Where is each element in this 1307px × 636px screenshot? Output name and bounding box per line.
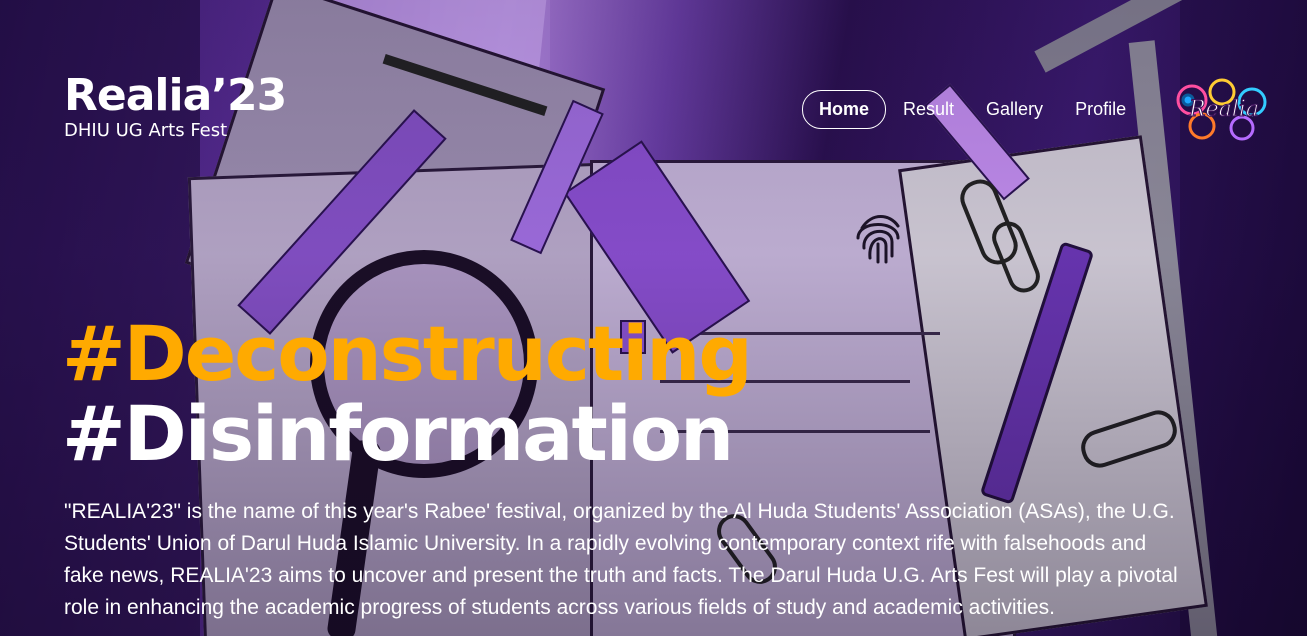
hero-description: "REALIA'23" is the name of this year's R… [64,500,1178,619]
site-brand[interactable]: Realia’23 DHIU UG Arts Fest [64,70,287,141]
nav-gallery[interactable]: Gallery [986,91,1043,128]
nav-profile[interactable]: Profile [1075,91,1126,128]
hero-headline: #Deconstructing #Disinformation [62,309,753,478]
festival-logo[interactable]: Realia [1172,72,1274,146]
headline-line-2: #Disinformation [62,389,734,478]
headline-line-1: #Deconstructing [62,309,753,398]
main-navigation: Home Result Gallery Profile [802,90,1158,129]
brand-title: Realia’23 [64,70,287,121]
nav-result[interactable]: Result [903,91,954,128]
logo-text: Realia [1188,97,1259,122]
nav-home[interactable]: Home [802,90,887,129]
brand-subtitle: DHIU UG Arts Fest [64,120,228,141]
